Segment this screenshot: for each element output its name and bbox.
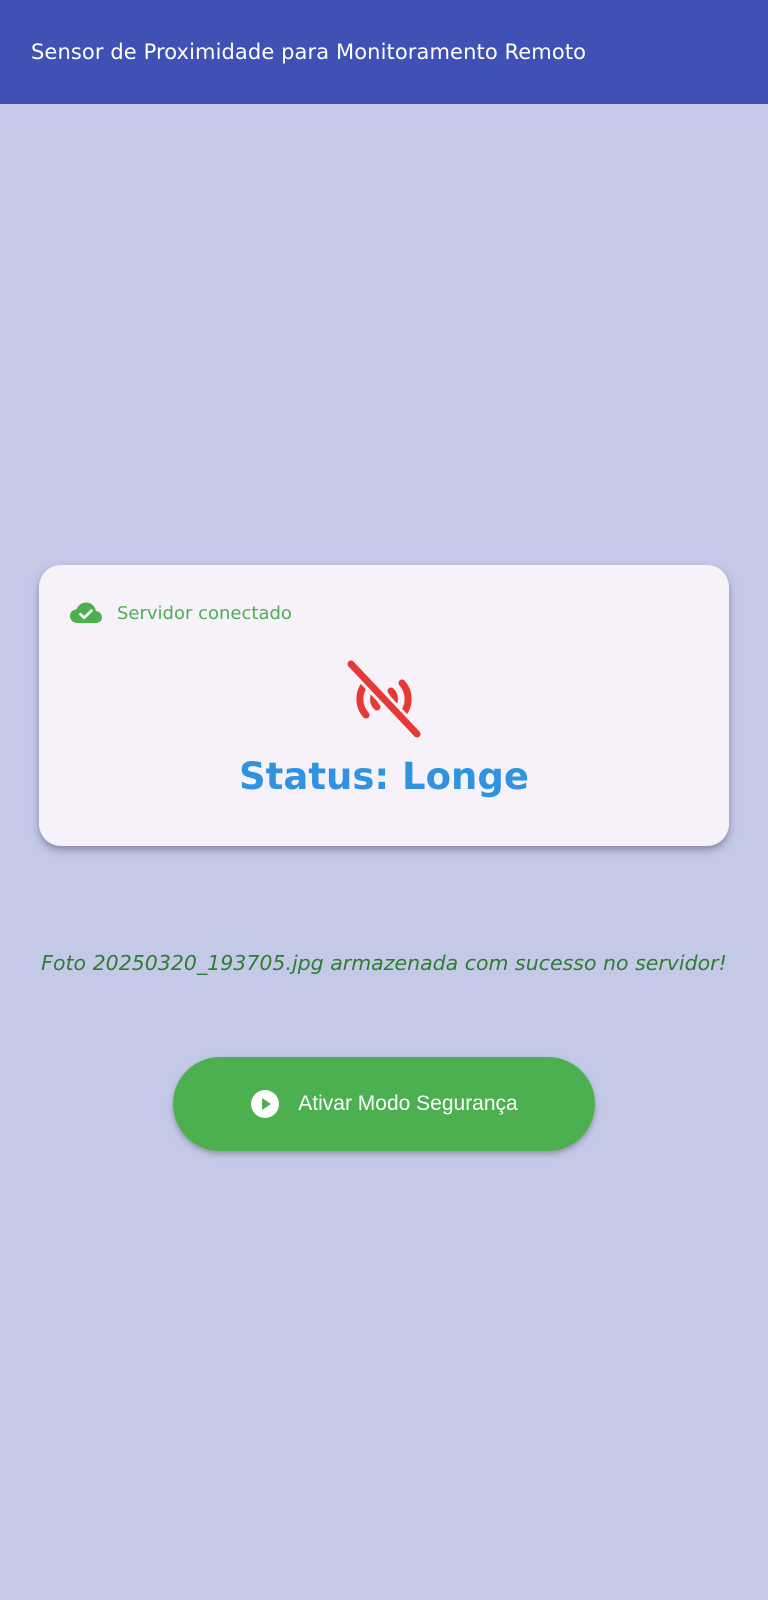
server-status-label: Servidor conectado xyxy=(117,602,292,624)
app-screen: Sensor de Proximidade para Monitoramento… xyxy=(0,0,768,1600)
activate-security-mode-button[interactable]: Ativar Modo Segurança xyxy=(173,1057,595,1151)
play-circle-icon xyxy=(251,1090,280,1118)
cloud-done-icon xyxy=(70,602,102,623)
activate-security-mode-label: Ativar Modo Segurança xyxy=(298,1092,518,1115)
app-bar-title: Sensor de Proximidade para Monitoramento… xyxy=(31,40,587,64)
app-bar: Sensor de Proximidade para Monitoramento… xyxy=(0,0,768,104)
sensors-off-icon xyxy=(343,657,425,741)
server-status-row: Servidor conectado xyxy=(69,601,292,625)
status-card: Servidor conectado Status: Longe xyxy=(39,565,729,846)
upload-success-message: Foto 20250320_193705.jpg armazenada com … xyxy=(41,951,727,975)
proximity-status: Status: Longe xyxy=(239,755,529,798)
